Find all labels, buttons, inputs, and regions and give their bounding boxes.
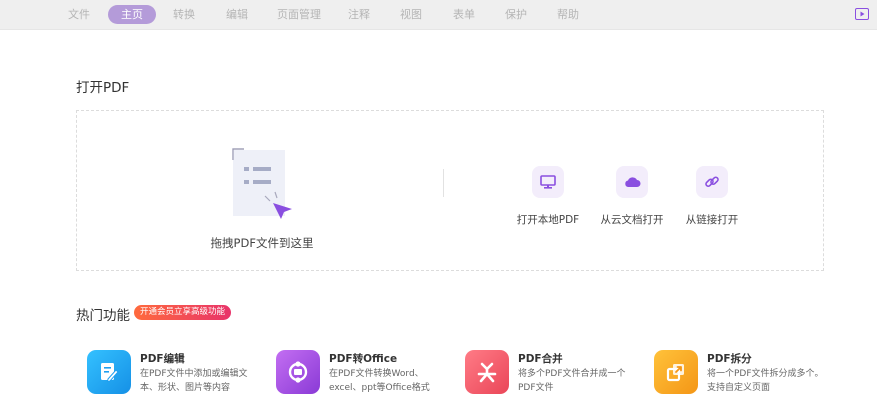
feature-desc: 将一个PDF文件拆分成多个。支持自定义页面 [707,369,824,393]
feature-desc: 在PDF文件转换Word、excel、ppt等Office格式 [329,369,430,393]
feature-pdf-to-office[interactable]: PDF转Office 在PDF文件转换Word、excel、ppt等Office… [276,348,456,398]
feature-pdf-split[interactable]: PDF拆分 将一个PDF文件拆分成多个。支持自定义页面 [654,348,834,398]
open-link-button[interactable]: 从链接打开 [667,166,757,227]
feature-name: PDF合并 [518,353,563,365]
feature-pdf-edit[interactable]: PDF编辑 在PDF文件中添加或编辑文本、形状、图片等内容 [87,348,267,398]
feature-name: PDF转Office [329,353,398,365]
menu-view[interactable]: 视图 [400,0,422,29]
play-icon[interactable] [855,8,869,20]
vip-badge[interactable]: 开通会员立享高级功能 [134,305,232,320]
menu-annotate[interactable]: 注释 [348,0,370,29]
feature-pdf-merge[interactable]: PDF合并 将多个PDF文件合并成一个PDF文件 [465,348,645,398]
open-cloud-button[interactable]: 从云文档打开 [587,166,677,227]
menu-page-manage[interactable]: 页面管理 [277,0,321,29]
open-cloud-label: 从云文档打开 [600,214,664,226]
merge-icon [465,350,509,394]
drop-label: 拖拽PDF文件到这里 [210,236,314,250]
drop-zone[interactable]: 拖拽PDF文件到这里 打开本地PDF 从云文档打开 从链接打开 [76,110,824,271]
menu-help[interactable]: 帮助 [557,0,579,29]
feature-name: PDF编辑 [140,353,185,365]
open-link-label: 从链接打开 [685,214,739,226]
feature-desc: 将多个PDF文件合并成一个PDF文件 [518,369,626,393]
open-local-button[interactable]: 打开本地PDF [503,166,593,227]
link-icon [696,166,728,198]
feature-name: PDF拆分 [707,353,752,365]
menu-convert[interactable]: 转换 [173,0,195,29]
monitor-icon [532,166,564,198]
menu-protect[interactable]: 保护 [505,0,527,29]
split-icon [654,350,698,394]
file-drop-icon [232,148,292,219]
hot-features-title: 热门功能 [76,308,130,324]
edit-icon [87,350,131,394]
convert-icon [276,350,320,394]
menu-bar: 文件 主页 转换 编辑 页面管理 注释 视图 表单 保护 帮助 [0,0,877,30]
menu-home[interactable]: 主页 [108,5,156,24]
open-pdf-title: 打开PDF [76,80,130,96]
menu-edit[interactable]: 编辑 [226,0,248,29]
cloud-icon [616,166,648,198]
feature-desc: 在PDF文件中添加或编辑文本、形状、图片等内容 [140,369,248,393]
menu-file[interactable]: 文件 [68,0,90,29]
open-local-label: 打开本地PDF [516,214,580,226]
divider [443,169,444,197]
menu-form[interactable]: 表单 [453,0,475,29]
